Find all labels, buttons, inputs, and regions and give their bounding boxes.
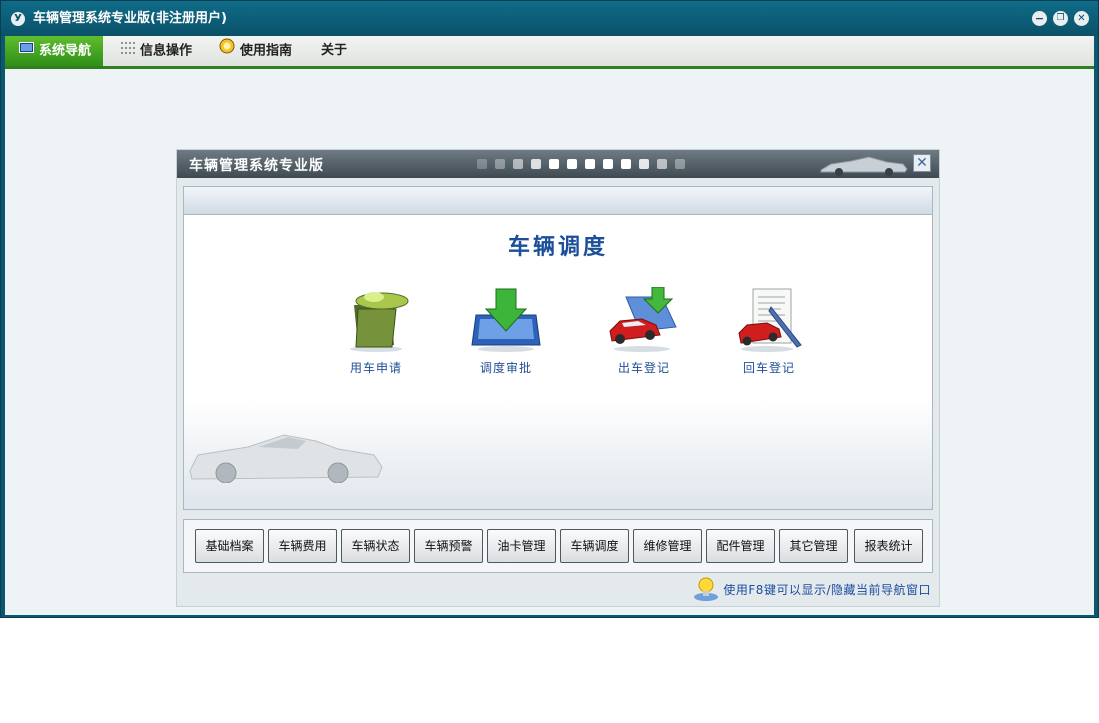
nav-button-basic-files[interactable]: 基础档案 xyxy=(195,529,264,563)
nav-button-vehicle-alerts[interactable]: 车辆预警 xyxy=(414,529,483,563)
nav-button-maintenance[interactable]: 维修管理 xyxy=(633,529,702,563)
tile-departure-register[interactable]: 出车登记 xyxy=(589,287,699,376)
menu-label: 关于 xyxy=(321,43,348,58)
menu-label: 系统导航 xyxy=(39,43,92,59)
tile-label: 用车申请 xyxy=(349,361,402,375)
help-coin-icon xyxy=(219,36,235,66)
menu-system-nav[interactable]: 系统导航 xyxy=(5,36,104,66)
nav-button-vehicle-expenses[interactable]: 车辆费用 xyxy=(268,529,337,563)
menu-bar: 系统导航 信息操作 使用指南 关于 xyxy=(5,36,1094,69)
tip-text-row: 使用F8键可以显示/隐藏当前导航窗口 xyxy=(694,577,931,601)
title-bar[interactable]: У 车辆管理系统专业版(非注册用户) − ❐ ✕ xyxy=(1,1,1098,36)
car-document-icon xyxy=(738,288,802,352)
window-title: 车辆管理系统专业版(非注册用户) xyxy=(33,11,227,26)
section-title: 车辆调度 xyxy=(507,235,608,260)
tile-label: 回车登记 xyxy=(742,361,795,375)
close-button[interactable]: ✕ xyxy=(1074,11,1089,26)
nav-button-vehicle-status[interactable]: 车辆状态 xyxy=(341,529,410,563)
app-logo-icon: У xyxy=(11,12,25,26)
tile-return-register[interactable]: 回车登记 xyxy=(714,287,824,376)
tile-dispatch-approval[interactable]: 调度审批 xyxy=(451,287,561,376)
phone-folder-icon xyxy=(350,292,409,352)
menu-label: 使用指南 xyxy=(240,43,293,59)
nav-button-fuel-card[interactable]: 油卡管理 xyxy=(487,529,556,563)
menu-user-guide[interactable]: 使用指南 xyxy=(219,36,292,66)
dialog-close-button[interactable]: ✕ xyxy=(913,154,931,172)
nav-button-parts[interactable]: 配件管理 xyxy=(706,529,775,563)
grid-icon xyxy=(121,36,135,66)
panel-header-strip xyxy=(184,187,932,215)
car-silhouette-icon xyxy=(820,156,908,176)
dialog-title-bar[interactable]: 车辆管理系统专业版 ✕ xyxy=(177,150,939,178)
restore-button[interactable]: ❐ xyxy=(1053,11,1068,26)
car-arrow-icon xyxy=(609,287,677,352)
download-tray-icon xyxy=(471,288,541,352)
dialog-title: 车辆管理系统专业版 xyxy=(189,158,324,174)
navigation-dialog: 车辆管理系统专业版 ✕ 车辆调度 用车申请 调度审批 出车登记 回车登记 基础档… xyxy=(176,149,940,607)
lightbulb-icon xyxy=(694,577,719,601)
content-panel: 车辆调度 用车申请 调度审批 出车登记 回车登记 xyxy=(183,186,933,510)
minimize-button[interactable]: − xyxy=(1032,11,1047,26)
nav-button-other[interactable]: 其它管理 xyxy=(779,529,848,563)
tile-vehicle-request[interactable]: 用车申请 xyxy=(321,287,431,376)
tile-label: 调度审批 xyxy=(479,361,532,375)
navigation-button-bar: 基础档案 车辆费用 车辆状态 车辆预警 油卡管理 车辆调度 维修管理 配件管理 … xyxy=(183,519,933,573)
tile-label: 出车登记 xyxy=(617,361,670,375)
monitor-icon xyxy=(19,36,34,66)
car-silhouette-icon xyxy=(189,434,383,483)
nav-button-vehicle-dispatch[interactable]: 车辆调度 xyxy=(560,529,629,563)
nav-button-reports[interactable]: 报表统计 xyxy=(854,529,923,563)
tip-text: 使用F8键可以显示/隐藏当前导航窗口 xyxy=(723,583,931,597)
menu-info-ops[interactable]: 信息操作 xyxy=(121,36,192,66)
menu-label: 信息操作 xyxy=(140,43,193,59)
menu-about[interactable]: 关于 xyxy=(321,36,347,66)
